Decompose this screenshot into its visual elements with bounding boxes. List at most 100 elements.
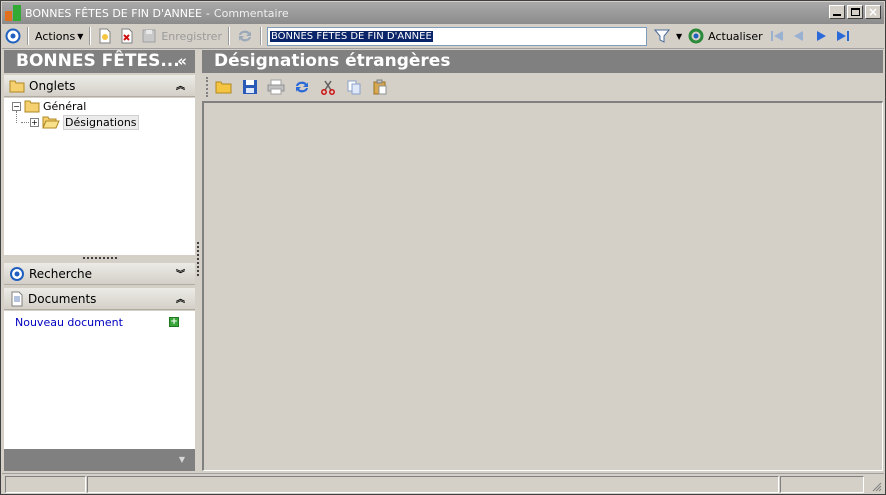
vertical-splitter-grip[interactable] [197,242,199,276]
open-button[interactable] [214,77,234,97]
refresh-label: Actualiser [708,29,763,43]
tree-node-designations[interactable]: + Désignations [30,114,139,130]
filter-icon [653,29,670,43]
last-record-button[interactable] [832,26,854,47]
actions-menu-button[interactable]: Actions ▼ [32,26,86,47]
document-icon [11,291,23,306]
status-cell [5,476,86,493]
close-button[interactable]: × [865,5,881,19]
chevron-down-icon: ▼ [675,31,683,41]
horizontal-splitter-grip[interactable] [83,257,117,259]
maximize-icon [851,8,860,16]
documents-area [4,311,195,449]
open-folder-icon [215,81,232,94]
folder-icon [24,100,40,113]
open-folder-icon [42,116,60,129]
tree-node-designations-label: Désignations [63,114,139,130]
previous-icon [793,31,803,41]
chevron-up-icon[interactable]: ︽ [176,292,185,305]
title-input-value: BONNES FÊTES DE FIN D'ANNEE [269,30,433,42]
tree-connector [21,122,29,123]
title-bar: BONNES FÊTES DE FIN D'ANNEE - Commentaire … [2,2,884,24]
chevron-up-icon[interactable]: ︽ [176,79,185,92]
new-document-icon [99,28,111,44]
section-recherche-label: Recherche [29,266,93,281]
paste-button[interactable] [370,77,390,97]
window-title-main: BONNES FÊTES DE FIN D'ANNEE [25,6,202,20]
printer-icon [267,79,285,95]
next-record-button[interactable] [810,26,832,47]
close-icon: × [867,5,879,19]
right-panel-title: Désignations étrangères [214,51,451,71]
main-toolbar: Actions ▼ Enregistrer BONNES FÊTES DE FIN… [2,24,884,49]
tabs-tree: − Général + Désignations [4,98,195,255]
save-record-button[interactable] [240,77,260,97]
first-icon [770,31,783,41]
status-bar [2,473,884,494]
resize-grip-icon[interactable] [870,480,882,492]
vertical-splitter[interactable] [195,50,202,471]
target-icon [10,266,24,281]
cut-button[interactable] [318,77,338,97]
folder-icon [9,80,25,92]
toolbar-separator [259,27,262,45]
paste-icon [373,79,387,95]
tree-node-general-label: Général [43,99,87,113]
previous-record-button[interactable] [788,26,810,47]
status-cell [780,476,864,493]
designations-content-area [202,101,883,471]
actions-label: Actions [35,29,76,43]
maximize-button[interactable] [847,5,863,19]
copy-button[interactable] [344,77,364,97]
section-documents[interactable]: Documents ︽ [4,288,195,310]
target-icon [5,28,21,44]
section-recherche[interactable]: Recherche ︾ [4,263,195,285]
toolbar-separator [89,27,92,45]
section-documents-label: Documents [28,291,97,306]
chevron-down-icon: ▼ [77,31,84,41]
window-subtitle: Commentaire [213,6,289,20]
new-button[interactable] [94,26,116,47]
save-button[interactable]: Enregistrer [138,26,225,47]
save-icon [142,29,156,43]
first-record-button[interactable] [766,26,788,47]
left-panel-title: BONNES FÊTES... [16,51,180,71]
app-logo-icon [5,5,21,21]
navigate-button[interactable] [2,26,24,47]
sync-icon [238,30,251,42]
left-panel-footer: ▼ [4,449,195,471]
section-onglets-label: Onglets [29,78,76,93]
add-document-icon[interactable]: + [169,317,179,327]
sync-button[interactable] [233,26,257,47]
window-title-separator: - [205,6,210,20]
reload-button[interactable] [292,77,312,97]
tree-node-general[interactable]: − Général [12,98,86,114]
section-onglets[interactable]: Onglets ︽ [4,75,195,97]
copy-icon [347,80,361,95]
minimize-button[interactable] [829,5,845,19]
sync-icon [296,81,308,93]
next-icon [816,31,826,41]
refresh-button[interactable]: Actualiser [685,26,766,47]
left-panel-header: BONNES FÊTES... « [4,50,195,73]
filter-button[interactable]: ▼ [651,26,685,47]
collapse-panel-icon[interactable]: « [177,50,187,73]
print-button[interactable] [266,77,286,97]
right-panel-header: Désignations étrangères [202,50,883,73]
chevron-down-icon[interactable]: ▼ [179,455,185,464]
toolbar-separator [27,27,29,45]
save-label: Enregistrer [161,29,222,43]
title-input[interactable]: BONNES FÊTES DE FIN D'ANNEE [266,26,647,46]
tree-expand-icon[interactable]: + [30,117,39,127]
last-icon [836,31,849,41]
new-document-link[interactable]: Nouveau document [15,316,123,329]
floppy-icon [243,80,257,94]
scissors-icon [321,80,335,95]
tree-collapse-icon[interactable]: − [12,101,21,111]
toolbar-grip [206,77,208,97]
toolbar-separator [227,27,230,45]
minimize-icon [833,14,841,16]
delete-button[interactable] [116,26,138,47]
app-window: BONNES FÊTES DE FIN D'ANNEE - Commentaire … [0,0,886,495]
chevron-down-icon[interactable]: ︾ [176,267,185,280]
